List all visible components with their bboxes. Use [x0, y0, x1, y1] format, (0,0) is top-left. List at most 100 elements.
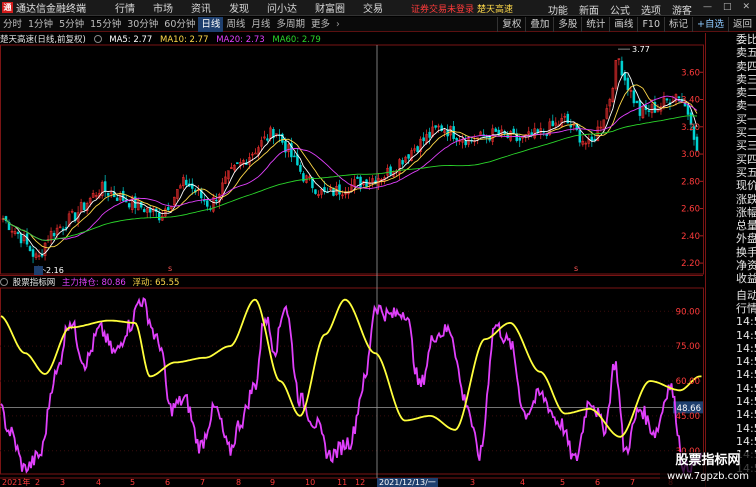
- quote-field-label: 现价: [736, 179, 756, 193]
- ma20-line: [2, 95, 698, 241]
- panel-tab[interactable]: 自动: [706, 289, 756, 302]
- candle: [139, 201, 143, 208]
- candle: [620, 60, 624, 76]
- candles: [1, 56, 699, 264]
- time-axis-label: 8: [236, 478, 241, 487]
- ma20-label: MA20: 2.73: [216, 35, 265, 45]
- candle: [157, 212, 161, 221]
- indicator-tick-label: 90.00: [676, 307, 700, 317]
- price-tick-label: 3.00: [681, 150, 700, 160]
- quote-field-label: 买二: [736, 126, 756, 140]
- candle: [106, 192, 110, 196]
- price-tick-label: 3.60: [681, 68, 700, 78]
- candle: [16, 232, 20, 234]
- candle: [590, 136, 594, 142]
- candle: [356, 176, 359, 179]
- candle: [215, 199, 218, 202]
- signal-marker-s: s: [168, 264, 172, 273]
- candle: [695, 136, 699, 152]
- time-axis-label: 3: [470, 478, 475, 487]
- stock-title: 楚天高速(日线,前复权): [0, 35, 86, 45]
- candle: [293, 155, 296, 158]
- candle: [647, 110, 651, 112]
- time-axis-label: 6: [595, 478, 600, 487]
- signal-marker-box: [34, 266, 43, 275]
- indicator-tick-label: 60.00: [676, 377, 700, 387]
- time-axis-label: 2021年: [2, 477, 30, 487]
- ma10-label: MA10: 2.77: [160, 35, 209, 45]
- candle: [407, 154, 410, 159]
- low-price-label: 2.16: [46, 266, 64, 275]
- candle: [28, 246, 32, 251]
- tick-time: 14:50: [736, 328, 756, 342]
- candle: [422, 137, 425, 142]
- time-axis-label: 4: [520, 478, 525, 487]
- candle: [632, 90, 636, 104]
- candle: [455, 138, 458, 141]
- tick-time: 14:50: [736, 355, 756, 369]
- candle: [434, 125, 437, 128]
- candle: [677, 96, 681, 99]
- ma60-label: MA60: 2.79: [272, 35, 321, 45]
- quote-side-panel: 委比 卖五 卖四 卖三 卖二 卖一 买一 买二 买三 买四 买五 现价 涨跌 涨幅 总量 外盘 换手 净资 收益 自动…: [705, 33, 756, 487]
- candle: [236, 162, 239, 165]
- candle: [121, 190, 125, 201]
- time-axis-label: 6: [165, 478, 170, 487]
- quote-field-label: 总量: [736, 219, 756, 233]
- moving-averages: [2, 72, 698, 256]
- quote-field-label: 委比: [736, 33, 756, 46]
- high-price-label: 3.77: [632, 45, 650, 54]
- time-axis-label: 7: [630, 478, 635, 487]
- candle: [338, 184, 341, 195]
- quote-field-label: 净资: [736, 259, 756, 273]
- candle: [254, 152, 257, 155]
- indicator-settings-icon[interactable]: [0, 278, 8, 286]
- tick-time: 14:50: [736, 341, 756, 355]
- chart-title-row: 楚天高速(日线,前复权) MA5: 2.77 MA10: 2.77 MA20: …: [0, 33, 326, 45]
- tick-time: 14:50: [736, 368, 756, 382]
- watermark: 股票指标网 www.7gpzb.com: [660, 452, 756, 487]
- candle: [52, 232, 56, 237]
- indicator-name[interactable]: 股票指标网: [13, 278, 56, 288]
- time-axis-label: 11: [337, 478, 347, 487]
- ma5-label: MA5: 2.77: [109, 35, 153, 45]
- candle: [686, 104, 690, 115]
- quote-field-label: 换手: [736, 245, 756, 259]
- panel-tab[interactable]: 行情: [706, 302, 756, 315]
- candle: [185, 179, 188, 186]
- time-axis-label: 9: [270, 478, 275, 487]
- candle: [206, 200, 209, 207]
- watermark-title: 股票指标网: [675, 453, 741, 468]
- candle: [127, 203, 131, 208]
- tick-time: 14:50: [736, 421, 756, 435]
- quote-field-label: 卖二: [736, 86, 756, 100]
- ma5-line: [2, 72, 698, 256]
- quote-field-label: 收益: [736, 272, 756, 286]
- signal-marker-s: s: [574, 264, 578, 273]
- ma60-line: [2, 115, 698, 241]
- candle: [266, 138, 269, 141]
- candle: [314, 189, 317, 194]
- candle: [299, 164, 302, 172]
- tick-time: 14:50: [736, 395, 756, 409]
- axis-labels: 3.60 3.40 3.20 3.00 2.80 2.60 2.40 2.20 90.00 75.…: [2, 45, 701, 487]
- quote-field-label: 买一: [736, 112, 756, 126]
- quote-field-label: 卖五: [736, 46, 756, 60]
- candle: [82, 202, 86, 210]
- kline-chart[interactable]: 3.60 3.40 3.20 3.00 2.80 2.60 2.40 2.20 90.00 75.…: [0, 0, 756, 487]
- price-tick-label: 2.80: [681, 177, 700, 187]
- settings-circle-icon[interactable]: [93, 35, 102, 43]
- quote-field-label: 涨跌: [736, 192, 756, 206]
- candle: [31, 249, 35, 257]
- candle: [551, 120, 555, 127]
- candle: [19, 233, 23, 244]
- quote-field-label: 外盘: [736, 232, 756, 246]
- time-axis-label: 12: [355, 478, 365, 487]
- candle: [569, 124, 573, 128]
- candle: [148, 208, 152, 213]
- candle: [626, 77, 630, 91]
- indicator-tick-label: 75.00: [676, 342, 700, 352]
- candle: [142, 209, 146, 213]
- quote-field-label: 卖一: [736, 99, 756, 113]
- candle: [512, 128, 515, 134]
